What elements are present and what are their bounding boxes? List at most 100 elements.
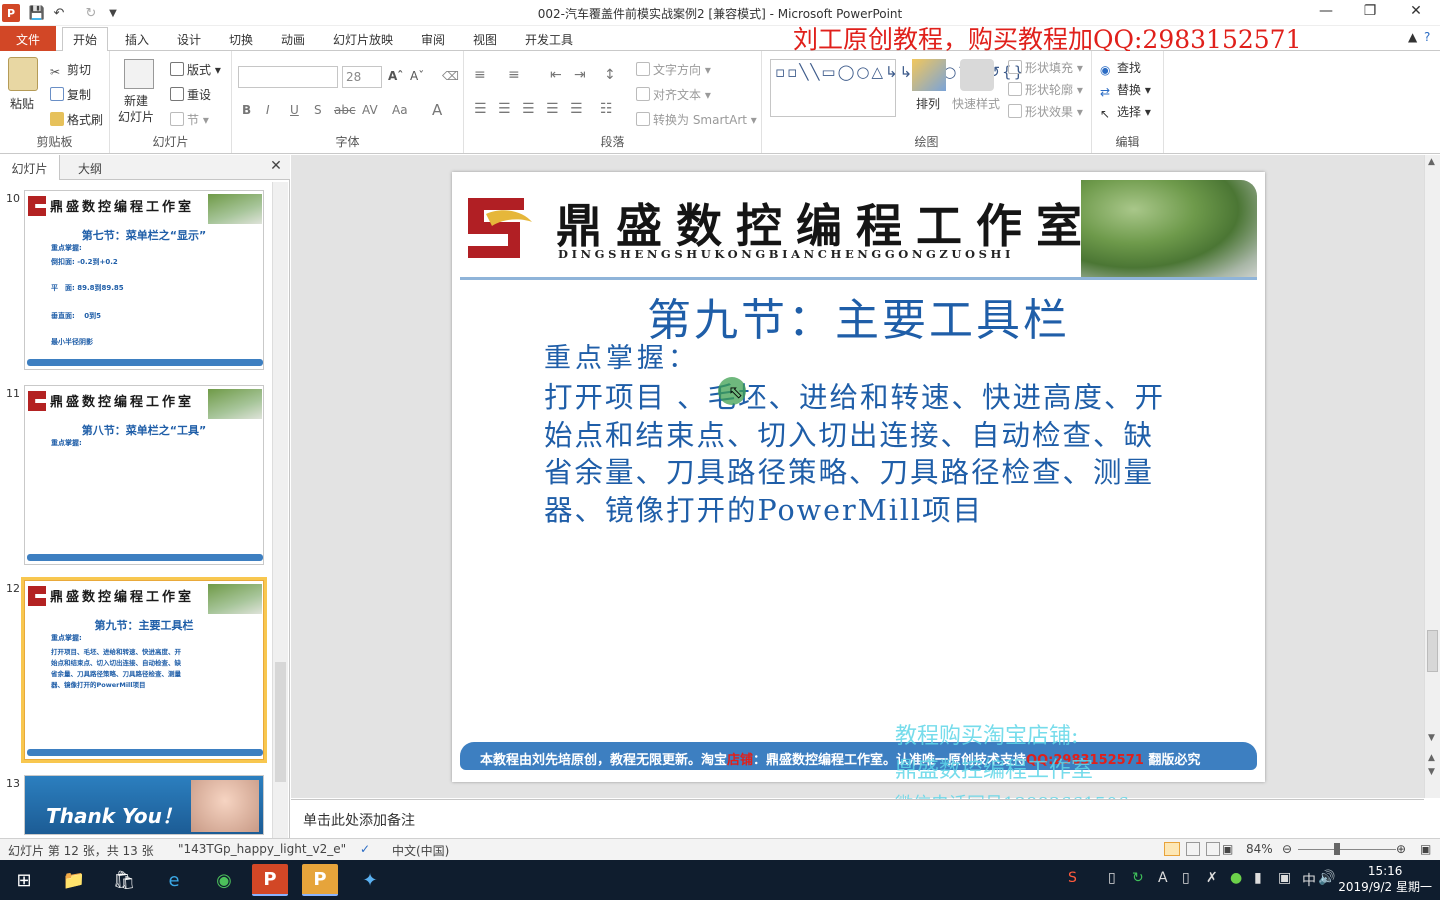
shadow-icon[interactable]: S (314, 103, 322, 117)
decrease-indent-icon[interactable]: ⇤ (550, 67, 562, 83)
slide-body[interactable]: 打开项目 、毛坯、进给和转速、快进高度、开 始点和结束点、切入切出连接、自动检查… (544, 379, 1200, 529)
tab-outline[interactable]: 大纲 (60, 155, 120, 180)
tab-home[interactable]: 开始 (62, 27, 108, 52)
tab-design[interactable]: 设计 (168, 29, 210, 51)
tab-file[interactable]: 文件 (0, 26, 56, 51)
sogou-tray-icon[interactable]: S (1068, 870, 1077, 886)
arrange-icon[interactable] (912, 59, 946, 91)
ime-tray-icon[interactable]: 中 (1302, 870, 1316, 890)
slideshow-view-icon[interactable]: ▣ (1222, 842, 1233, 856)
spellcheck-icon[interactable]: ✓ (360, 842, 370, 856)
italic-icon[interactable]: I (266, 103, 270, 117)
change-case-icon[interactable]: Aa (392, 103, 408, 117)
bold-icon[interactable]: B (242, 103, 251, 117)
slide-thumbnail-10[interactable]: 鼎盛数控编程工作室 第七节：菜单栏之“显示” 重点掌握: 倒扣面: -0.2到+… (24, 190, 264, 370)
font-size-select[interactable]: 28 (342, 66, 382, 88)
shape-fill-button[interactable]: 形状填充 ▾ (1008, 59, 1083, 76)
notes-placeholder[interactable]: 单击此处添加备注 (303, 810, 415, 830)
strikethrough-icon[interactable]: abc (334, 103, 356, 117)
numbering-icon[interactable]: ≡ (508, 67, 520, 83)
arrange-button[interactable]: 排列 (916, 95, 940, 112)
language-indicator[interactable]: 中文(中国) (392, 842, 449, 859)
find-button[interactable]: ◉ 查找 (1100, 59, 1141, 77)
tab-slideshow[interactable]: 幻灯片放映 (324, 29, 402, 51)
reset-button[interactable]: 重设 (170, 86, 211, 103)
zoom-in-icon[interactable]: ⊕ (1396, 842, 1406, 856)
shape-effects-button[interactable]: 形状效果 ▾ (1008, 103, 1083, 120)
slide-thumbnail-13[interactable]: Thank You！ (24, 775, 264, 835)
grow-font-icon[interactable]: Aˆ (388, 69, 403, 83)
display-tray-icon[interactable]: ▣ (1278, 870, 1291, 886)
increase-indent-icon[interactable]: ⇥ (574, 67, 586, 83)
next-slide-icon[interactable]: ▼ (1428, 767, 1435, 777)
media-app-icon[interactable]: ✦ (352, 864, 388, 896)
new-slide-icon[interactable] (124, 59, 154, 89)
close-button[interactable]: ✕ (1402, 3, 1430, 23)
quick-styles-icon[interactable] (960, 59, 994, 91)
layout-button[interactable]: 版式 ▾ (170, 61, 221, 78)
reading-view-icon[interactable] (1206, 842, 1220, 856)
columns-icon[interactable]: ☷ (600, 101, 613, 117)
usb-tray-icon[interactable]: ▯ (1182, 870, 1190, 886)
canvas-scroll-thumb[interactable] (1427, 630, 1438, 672)
tab-slides[interactable]: 幻灯片 (0, 155, 60, 180)
zoom-slider[interactable] (1298, 849, 1396, 850)
fit-slide-icon[interactable]: ▣ (1420, 842, 1431, 856)
maximize-button[interactable]: ❐ (1356, 3, 1384, 23)
tab-view[interactable]: 视图 (464, 29, 506, 51)
close-pane-icon[interactable]: ✕ (266, 155, 286, 180)
tab-review[interactable]: 审阅 (412, 29, 454, 51)
paste-button[interactable]: 粘贴 (10, 95, 34, 112)
clear-format-icon[interactable]: ⌫ (442, 69, 459, 83)
text-direction-button[interactable]: 文字方向 ▾ (636, 61, 711, 78)
minimize-button[interactable]: — (1312, 3, 1340, 23)
shrink-font-icon[interactable]: Aˇ (410, 69, 424, 83)
zoom-out-icon[interactable]: ⊖ (1282, 842, 1292, 856)
slide-thumbnail-12[interactable]: 鼎盛数控编程工作室 第九节：主要工具栏 重点掌握: 打开项目、毛坯、进给和转速、… (21, 577, 267, 763)
security-tray-icon[interactable]: ● (1230, 870, 1242, 886)
canvas-scrollbar[interactable]: ▲ ▼ ▲ ▼ (1424, 155, 1440, 798)
align-left-icon[interactable]: ☰ (474, 101, 487, 117)
tab-insert[interactable]: 插入 (116, 29, 158, 51)
tab-transitions[interactable]: 切换 (220, 29, 262, 51)
section-button[interactable]: 节 ▾ (170, 111, 209, 128)
distributed-icon[interactable]: ☰ (570, 101, 583, 117)
replace-button[interactable]: ⇄ 替换 ▾ (1100, 81, 1151, 99)
mic-tray-icon[interactable]: ▮ (1254, 870, 1262, 886)
zoom-level[interactable]: 84% (1246, 842, 1273, 856)
prev-slide-icon[interactable]: ▲ (1428, 753, 1435, 763)
tab-animations[interactable]: 动画 (272, 29, 314, 51)
ie-browser-icon[interactable]: e (156, 864, 192, 896)
font-family-select[interactable] (238, 66, 338, 88)
theme-name[interactable]: "143TGp_happy_light_v2_e" (178, 842, 346, 856)
line-spacing-icon[interactable]: ↕ (604, 67, 616, 83)
system-clock[interactable]: 15:16 2019/9/2 星期一 (1338, 863, 1432, 895)
align-right-icon[interactable]: ☰ (522, 101, 535, 117)
format-painter-button[interactable]: 格式刷 (50, 111, 103, 128)
align-text-button[interactable]: 对齐文本 ▾ (636, 86, 711, 103)
cut-button[interactable]: ✂ 剪切 (50, 61, 91, 79)
font-tray-icon[interactable]: A (1158, 870, 1168, 886)
smartart-button[interactable]: 转换为 SmartArt ▾ (636, 111, 757, 128)
pane-scroll-thumb[interactable] (275, 662, 286, 782)
pane-scrollbar[interactable] (272, 182, 288, 838)
bullets-icon[interactable]: ≡ (474, 67, 486, 83)
volume-tray-icon[interactable]: 🔊 (1318, 870, 1335, 886)
start-windows-icon[interactable]: ⊞ (6, 864, 42, 896)
underline-icon[interactable]: U (290, 103, 299, 117)
powerpoint-taskbar-icon[interactable]: P (252, 864, 288, 896)
store-icon[interactable]: 🛍 (106, 864, 142, 896)
scroll-down-icon[interactable]: ▼ (1428, 733, 1435, 743)
file-explorer-icon[interactable]: 📁 (56, 864, 92, 896)
justify-icon[interactable]: ☰ (546, 101, 559, 117)
help-icon[interactable]: ? (1424, 30, 1430, 44)
sync-tray-icon[interactable]: ↻ (1132, 870, 1144, 886)
battery-tray-icon[interactable]: ▯ (1108, 870, 1116, 886)
quick-styles-button[interactable]: 快速样式 (952, 95, 1000, 112)
copy-button[interactable]: 复制 (50, 86, 91, 103)
minimize-ribbon-icon[interactable]: ▲ (1408, 30, 1417, 44)
notes-pane[interactable]: 单击此处添加备注 (291, 799, 1424, 838)
zoom-slider-thumb[interactable] (1334, 843, 1340, 855)
slide-thumbnail-11[interactable]: 鼎盛数控编程工作室 第八节：菜单栏之“工具” 重点掌握: (24, 385, 264, 565)
powerpoint-viewer-taskbar-icon[interactable]: P (302, 864, 338, 896)
